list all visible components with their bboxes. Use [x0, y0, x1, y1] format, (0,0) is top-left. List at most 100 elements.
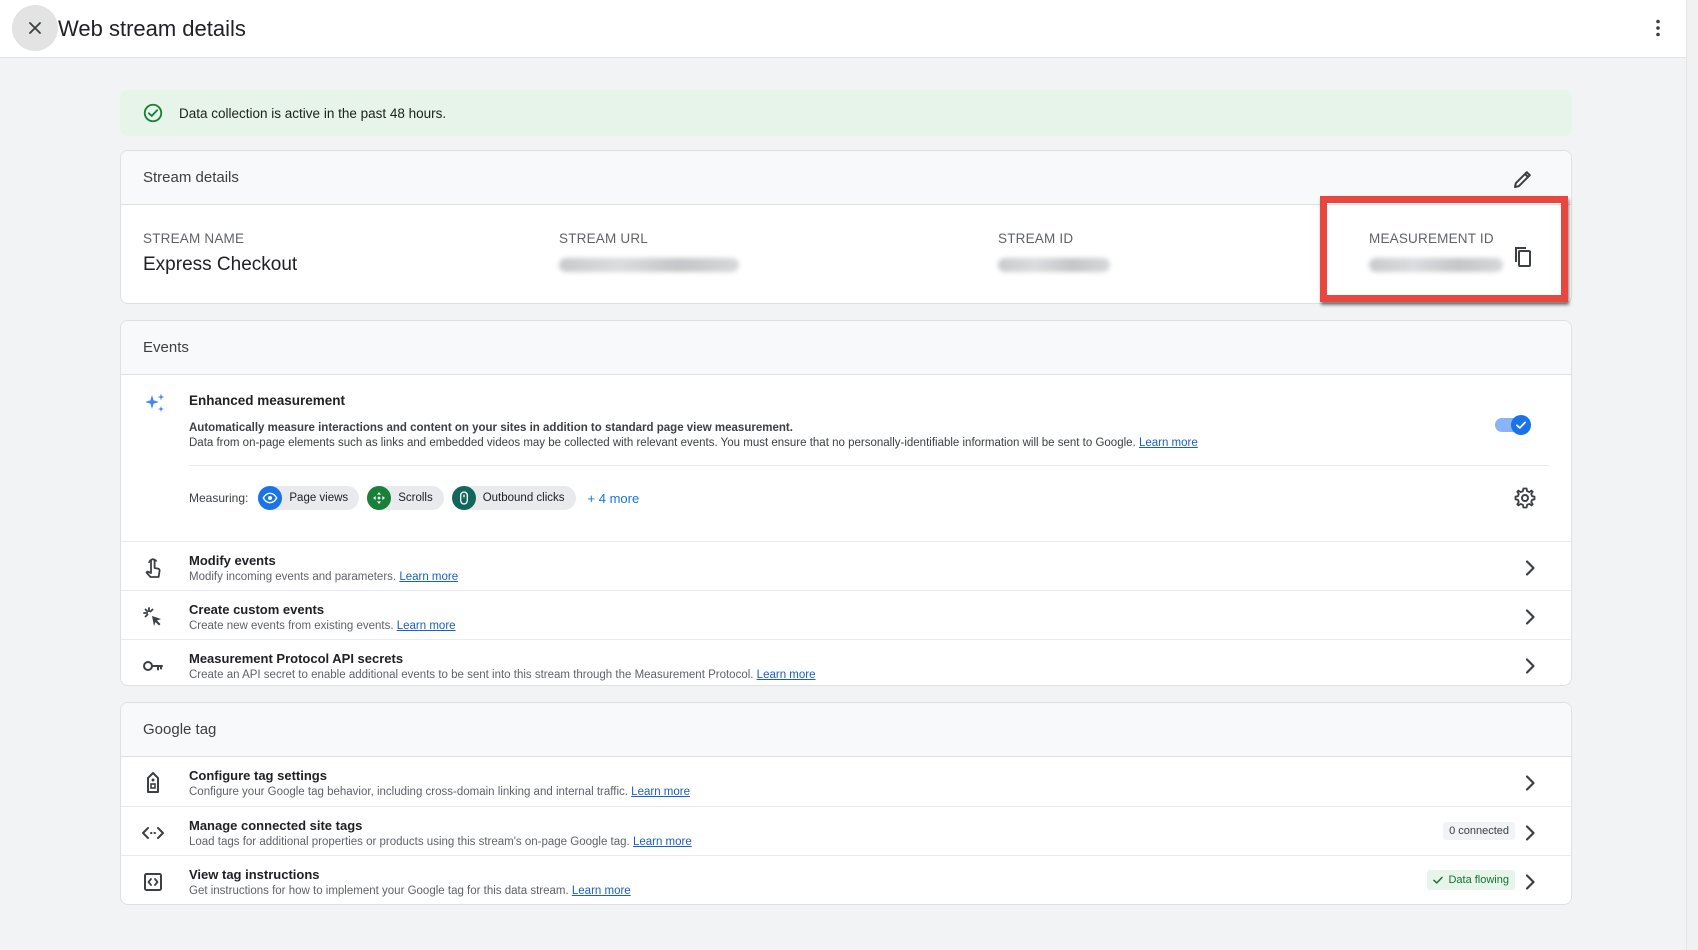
- copy-icon[interactable]: [1511, 245, 1535, 269]
- chip-label: Outbound clicks: [482, 492, 565, 504]
- check-icon: [1433, 876, 1444, 884]
- google-tag-card: Google tag Configure tag settings Config…: [120, 702, 1572, 905]
- chevron-right-icon: [1525, 560, 1535, 576]
- learn-more-link[interactable]: Learn more: [572, 885, 631, 897]
- learn-more-link[interactable]: Learn more: [399, 571, 458, 583]
- touch-icon: [145, 558, 161, 578]
- chip-scrolls: Scrolls: [367, 486, 444, 510]
- eye-icon: [258, 486, 283, 510]
- row-desc-text: Create new events from existing events.: [189, 620, 394, 632]
- row-configure-tag-settings[interactable]: Configure tag settings Configure your Go…: [121, 757, 1571, 806]
- row-title: View tag instructions: [189, 867, 320, 882]
- row-desc: Get instructions for how to implement yo…: [189, 885, 631, 897]
- google-tag-title: Google tag: [143, 721, 217, 738]
- learn-more-link[interactable]: Learn more: [633, 836, 692, 848]
- row-desc: Create an API secret to enable additiona…: [189, 669, 815, 681]
- data-flowing-badge: Data flowing: [1427, 870, 1515, 890]
- events-card: Events Enhanced measurement Automaticall…: [120, 320, 1572, 686]
- row-modify-events[interactable]: Modify events Modify incoming events and…: [121, 541, 1571, 590]
- edit-icon[interactable]: [1511, 167, 1535, 191]
- row-measurement-protocol[interactable]: Measurement Protocol API secrets Create …: [121, 639, 1571, 685]
- gear-icon[interactable]: [1513, 486, 1537, 510]
- row-title: Create custom events: [189, 602, 325, 617]
- google-tag-header: Google tag: [121, 703, 1571, 757]
- top-bar: Web stream details: [0, 0, 1698, 58]
- learn-more-link[interactable]: Learn more: [1139, 437, 1198, 449]
- stream-details-card: Stream details STREAM NAME Express Check…: [120, 150, 1572, 304]
- check-icon: [1516, 421, 1526, 429]
- row-manage-connected-site-tags[interactable]: Manage connected site tags Load tags for…: [121, 806, 1571, 855]
- sparkle-icon: [145, 393, 165, 412]
- learn-more-link[interactable]: Learn more: [397, 620, 456, 632]
- chevron-right-icon: [1525, 825, 1535, 841]
- row-create-custom-events[interactable]: Create custom events Create new events f…: [121, 590, 1571, 639]
- more-chips-link[interactable]: + 4 more: [588, 491, 640, 506]
- stream-url-label: STREAM URL: [559, 231, 649, 246]
- enhanced-measurement-desc: Automatically measure interactions and c…: [189, 422, 793, 434]
- stream-details-title: Stream details: [143, 169, 239, 186]
- tag-instructions-icon: [144, 873, 162, 891]
- page-title: Web stream details: [58, 16, 246, 41]
- mouse-icon: [451, 486, 476, 510]
- stream-details-header: Stream details: [121, 151, 1571, 205]
- close-icon: [29, 22, 41, 34]
- chevron-right-icon: [1525, 775, 1535, 791]
- scroll-icon: [367, 486, 392, 510]
- divider: [189, 465, 1549, 466]
- enhanced-measurement-disclaimer: Data from on-page elements such as links…: [189, 437, 1198, 449]
- measuring-label: Measuring:: [189, 491, 249, 505]
- connected-count-badge: 0 connected: [1443, 822, 1515, 840]
- check-circle-icon: [143, 103, 163, 123]
- stream-name-field: STREAM NAME Express Checkout: [143, 231, 297, 276]
- chip-page-views: Page views: [258, 486, 360, 510]
- more-vert-icon: [1656, 19, 1660, 37]
- row-desc: Load tags for additional properties or p…: [189, 836, 692, 848]
- status-banner: Data collection is active in the past 48…: [120, 90, 1572, 136]
- learn-more-link[interactable]: Learn more: [757, 669, 816, 681]
- events-title: Events: [143, 339, 189, 356]
- stream-name-value: Express Checkout: [143, 254, 298, 275]
- scrollbar[interactable]: [1686, 0, 1698, 950]
- disclaimer-text: Data from on-page elements such as links…: [189, 437, 1136, 449]
- main-content: Data collection is active in the past 48…: [0, 58, 1686, 950]
- row-title: Configure tag settings: [189, 768, 327, 783]
- stream-fields: STREAM NAME Express Checkout STREAM URL …: [121, 205, 1571, 303]
- close-button[interactable]: [12, 5, 58, 51]
- measurement-id-field: MEASUREMENT ID: [1369, 231, 1503, 272]
- row-desc-text: Configure your Google tag behavior, incl…: [189, 786, 628, 798]
- stream-name-label: STREAM NAME: [143, 231, 245, 246]
- row-desc: Configure your Google tag behavior, incl…: [189, 786, 690, 798]
- key-icon: [143, 661, 163, 671]
- row-desc-text: Modify incoming events and parameters.: [189, 571, 397, 583]
- tag-icon: [147, 772, 159, 793]
- enhanced-measurement-toggle[interactable]: [1495, 415, 1531, 435]
- banner-text: Data collection is active in the past 48…: [179, 105, 447, 121]
- enhanced-measurement-section: Enhanced measurement Automatically measu…: [121, 375, 1571, 541]
- stream-id-label: STREAM ID: [998, 231, 1074, 246]
- toggle-thumb: [1511, 415, 1531, 435]
- row-desc-text: Get instructions for how to implement yo…: [189, 885, 569, 897]
- stream-id-value-redacted: [998, 258, 1110, 272]
- chevron-right-icon: [1525, 874, 1535, 890]
- row-desc: Modify incoming events and parameters. L…: [189, 571, 458, 583]
- row-title: Manage connected site tags: [189, 818, 363, 833]
- row-view-tag-instructions[interactable]: View tag instructions Get instructions f…: [121, 855, 1571, 904]
- chevron-right-icon: [1525, 609, 1535, 625]
- events-header: Events: [121, 321, 1571, 375]
- data-flowing-label: Data flowing: [1448, 874, 1509, 886]
- stream-id-field: STREAM ID: [998, 231, 1110, 272]
- measurement-id-label: MEASUREMENT ID: [1369, 231, 1494, 246]
- code-icon: [142, 827, 164, 839]
- chip-outbound-clicks: Outbound clicks: [451, 486, 576, 510]
- learn-more-link[interactable]: Learn more: [631, 786, 690, 798]
- row-desc-text: Load tags for additional properties or p…: [189, 836, 630, 848]
- row-title: Measurement Protocol API secrets: [189, 651, 404, 666]
- chip-label: Page views: [289, 492, 349, 504]
- sparkle-click-icon: [143, 607, 161, 626]
- chip-label: Scrolls: [398, 492, 433, 504]
- chevron-right-icon: [1525, 658, 1535, 674]
- row-desc: Create new events from existing events. …: [189, 620, 456, 632]
- stream-url-value-redacted: [559, 258, 739, 272]
- more-options-button[interactable]: [1640, 10, 1676, 46]
- row-desc-text: Create an API secret to enable additiona…: [189, 669, 754, 681]
